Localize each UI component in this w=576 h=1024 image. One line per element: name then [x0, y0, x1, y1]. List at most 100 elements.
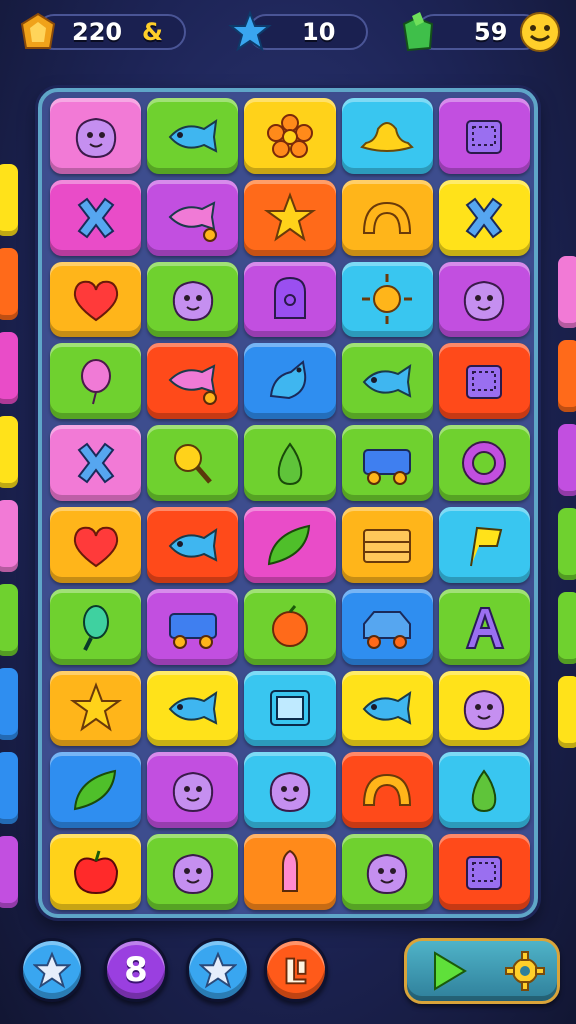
ring-icon [462, 441, 507, 486]
tile-r2-c1[interactable] [50, 179, 142, 256]
bird-icon [269, 360, 307, 400]
tile-r9-c5[interactable] [438, 752, 530, 829]
rainbow-icon [363, 201, 412, 234]
tile-r1-c5[interactable] [438, 98, 530, 174]
play-icon[interactable] [427, 949, 471, 993]
leaf-icon [267, 524, 311, 566]
tile-r9-c2[interactable] [147, 752, 239, 829]
side-tile-left [0, 584, 18, 656]
tile-r8-c5[interactable] [438, 670, 530, 747]
tile-r1-c4[interactable] [341, 98, 433, 174]
tile-r1-c1[interactable] [50, 98, 142, 174]
side-tile-right [558, 592, 576, 664]
blob-face-icon [172, 854, 213, 895]
tile-r8-c4[interactable] [341, 670, 433, 747]
star-booster-button-2[interactable] [186, 938, 250, 1002]
box-icon [466, 856, 503, 891]
cart-icon [168, 612, 217, 649]
blob-face-icon [75, 117, 116, 158]
moves-value: 59 [474, 18, 508, 46]
tile-r7-c2[interactable] [147, 588, 239, 665]
tile-r5-c1[interactable] [50, 425, 142, 501]
tile-r5-c3[interactable] [244, 425, 336, 501]
side-tile-left [0, 332, 18, 404]
tile-r4-c5[interactable] [438, 343, 530, 420]
coins-value: 220 [72, 18, 123, 46]
frame-icon [269, 690, 310, 727]
tile-r6-c5[interactable] [438, 507, 530, 583]
tile-r8-c1[interactable] [50, 670, 142, 747]
flower-icon [266, 113, 313, 158]
booster-icon [285, 957, 307, 985]
side-tile-right [558, 256, 576, 328]
tile-r5-c4[interactable] [341, 425, 433, 501]
tile-r4-c4[interactable] [341, 343, 433, 420]
tile-r2-c4[interactable] [341, 179, 433, 256]
tile-r1-c2[interactable] [147, 98, 239, 174]
magnifier-icon [173, 444, 212, 484]
tile-r7-c1[interactable] [50, 588, 142, 665]
star-icon [69, 682, 122, 732]
fish-icon [362, 691, 412, 726]
tile-r1-c3[interactable] [244, 98, 336, 174]
tile-r3-c3[interactable] [244, 261, 336, 338]
tile-r9-c3[interactable] [244, 752, 336, 829]
tile-r6-c3[interactable] [244, 507, 336, 583]
stars-counter[interactable]: 10 [228, 8, 368, 56]
tile-r3-c1[interactable] [50, 261, 142, 338]
tile-r10-c5[interactable] [438, 834, 530, 910]
tile-r9-c4[interactable] [341, 752, 433, 829]
leaf-icon [73, 770, 116, 811]
tile-r2-c5[interactable] [438, 179, 530, 256]
heart-icon [73, 526, 118, 568]
crate-icon [363, 528, 412, 563]
pear-icon [472, 769, 497, 813]
side-tile-left [0, 500, 18, 572]
play-panel [404, 938, 560, 1004]
gift-icon [402, 12, 434, 52]
blob-face-icon [367, 854, 408, 895]
tile-r2-c2[interactable] [147, 179, 239, 256]
tile-r8-c3[interactable] [244, 670, 336, 747]
fish-icon [362, 364, 412, 399]
tile-r6-c2[interactable] [147, 507, 239, 583]
tile-r10-c4[interactable] [341, 834, 433, 910]
tile-r2-c3[interactable] [244, 179, 336, 256]
fish-icon [168, 691, 218, 726]
tile-r10-c3[interactable] [244, 834, 336, 910]
moves-counter[interactable]: 59 [396, 8, 562, 56]
star-icon [263, 191, 317, 242]
tile-r7-c4[interactable] [341, 588, 433, 665]
tile-r3-c4[interactable] [341, 261, 433, 338]
tile-r3-c2[interactable] [147, 261, 239, 338]
shuffle-booster-button[interactable] [264, 938, 328, 1002]
side-tile-right [558, 508, 576, 580]
apple-icon [73, 850, 118, 895]
star-icon [228, 10, 272, 52]
gear-icon[interactable] [503, 949, 547, 993]
coins-counter[interactable]: 220 & [14, 8, 186, 56]
tile-r5-c5[interactable] [438, 425, 530, 501]
tile-r7-c3[interactable] [244, 588, 336, 665]
tile-r10-c2[interactable] [147, 834, 239, 910]
tile-r9-c1[interactable] [50, 752, 142, 829]
tile-r10-c1[interactable] [50, 834, 142, 910]
letter-a-icon [465, 606, 505, 649]
star-booster-button[interactable] [20, 938, 84, 1002]
fish-icon [168, 527, 218, 562]
side-tile-left [0, 668, 18, 740]
tile-r4-c2[interactable] [147, 343, 239, 420]
tile-r8-c2[interactable] [147, 670, 239, 747]
tile-r3-c5[interactable] [438, 261, 530, 338]
side-tile-left [0, 836, 18, 908]
moves-left-button[interactable]: 8 [104, 938, 168, 1002]
tile-r4-c3[interactable] [244, 343, 336, 420]
tile-r4-c1[interactable] [50, 343, 142, 420]
fish-icon [168, 118, 218, 153]
side-tile-right [558, 676, 576, 748]
side-tile-left [0, 752, 18, 824]
tile-r6-c4[interactable] [341, 507, 433, 583]
tile-r7-c5[interactable] [438, 588, 530, 665]
tile-r6-c1[interactable] [50, 507, 142, 583]
tile-r5-c2[interactable] [147, 425, 239, 501]
